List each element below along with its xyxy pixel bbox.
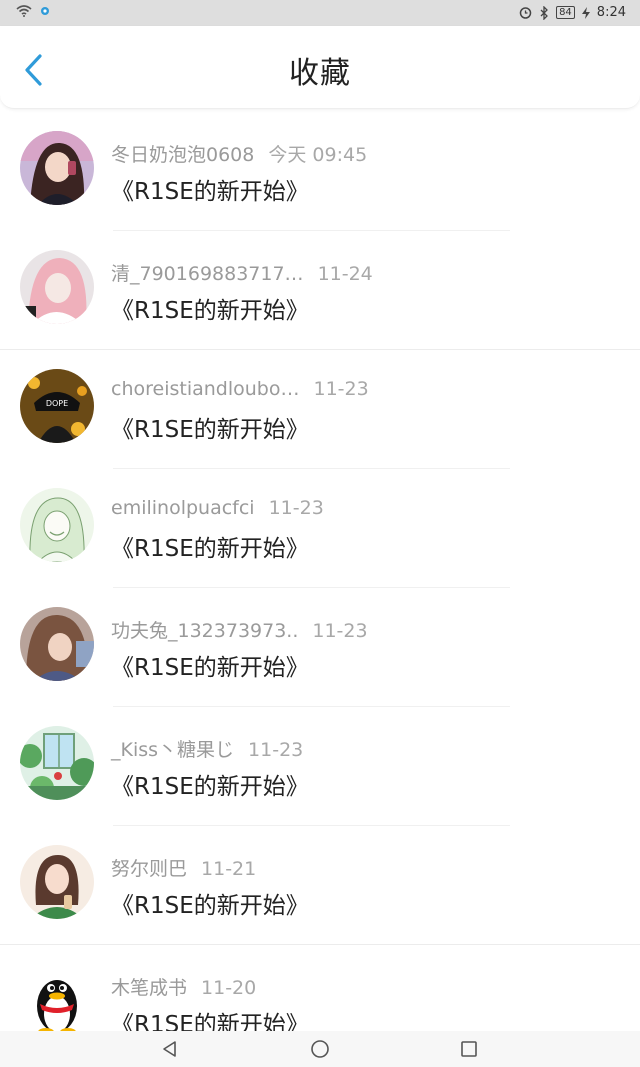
- user-name: 清_790169883717…: [111, 263, 304, 285]
- message-text: 《R1SE的新开始》: [111, 179, 309, 205]
- message-text: 《R1SE的新开始》: [111, 655, 309, 681]
- avatar[interactable]: DOPE: [20, 369, 94, 443]
- avatar[interactable]: [20, 964, 94, 1038]
- message-text: 《R1SE的新开始》: [111, 298, 309, 324]
- favorites-list: 冬日奶泡泡0608 今天 09:45 《R1SE的新开始》 清_790169883…: [0, 112, 640, 1064]
- timestamp: 11-24: [317, 263, 373, 285]
- svg-text:DOPE: DOPE: [46, 399, 68, 408]
- triangle-back-icon: [163, 1041, 176, 1057]
- avatar[interactable]: [20, 607, 94, 681]
- charging-icon: [581, 6, 590, 19]
- square-recents-icon: [461, 1041, 477, 1057]
- message-text: 《R1SE的新开始》: [111, 774, 309, 800]
- circle-home-icon: [311, 1040, 329, 1058]
- user-name: _Kiss丶糖果じ: [111, 739, 235, 761]
- timestamp: 11-23: [313, 378, 369, 400]
- page-header: 收藏: [0, 26, 640, 109]
- list-item[interactable]: _Kiss丶糖果じ 11-23 《R1SE的新开始》: [0, 707, 640, 826]
- notification-dot-icon: [41, 7, 49, 15]
- avatar[interactable]: [20, 726, 94, 800]
- timestamp: 11-23: [268, 497, 324, 519]
- bluetooth-icon: [540, 5, 548, 20]
- alarm-icon: [519, 7, 532, 19]
- message-text: 《R1SE的新开始》: [111, 536, 309, 562]
- status-bar: 84 8:24: [0, 0, 640, 26]
- user-name: emilinolpuacfci: [111, 497, 255, 519]
- avatar[interactable]: [20, 131, 94, 205]
- user-name: 冬日奶泡泡0608: [111, 144, 255, 166]
- timestamp: 11-21: [201, 858, 257, 880]
- user-name: 努尔则巴: [111, 858, 188, 880]
- page-title: 收藏: [289, 56, 351, 91]
- nav-home-button[interactable]: [310, 1039, 330, 1059]
- user-name: choreistiandloubo…: [111, 378, 300, 400]
- message-text: 《R1SE的新开始》: [111, 417, 309, 443]
- timestamp: 11-23: [248, 739, 304, 761]
- user-name: 木笔成书: [111, 977, 188, 999]
- nav-back-button[interactable]: [160, 1039, 180, 1059]
- list-item[interactable]: 努尔则巴 11-21 《R1SE的新开始》: [0, 826, 640, 945]
- clock: 8:24: [596, 5, 626, 20]
- timestamp: 11-23: [312, 620, 368, 642]
- battery-level: 84: [556, 6, 575, 19]
- timestamp: 11-20: [201, 977, 257, 999]
- list-item[interactable]: 清_790169883717… 11-24 《R1SE的新开始》: [0, 231, 640, 350]
- list-item[interactable]: emilinolpuacfci 11-23 《R1SE的新开始》: [0, 469, 640, 588]
- list-item[interactable]: DOPE choreistiandloubo… 11-23 《R1SE的新开始》: [0, 350, 640, 469]
- wifi-icon: [16, 5, 32, 17]
- list-item[interactable]: 冬日奶泡泡0608 今天 09:45 《R1SE的新开始》: [0, 112, 640, 231]
- avatar[interactable]: [20, 488, 94, 562]
- timestamp: 今天 09:45: [268, 144, 368, 166]
- list-item[interactable]: 功夫兔_132373973.. 11-23 《R1SE的新开始》: [0, 588, 640, 707]
- system-navigation-bar: [0, 1031, 640, 1067]
- message-text: 《R1SE的新开始》: [111, 893, 309, 919]
- avatar[interactable]: [20, 250, 94, 324]
- nav-recents-button[interactable]: [459, 1039, 479, 1059]
- avatar[interactable]: [20, 845, 94, 919]
- user-name: 功夫兔_132373973..: [111, 620, 299, 642]
